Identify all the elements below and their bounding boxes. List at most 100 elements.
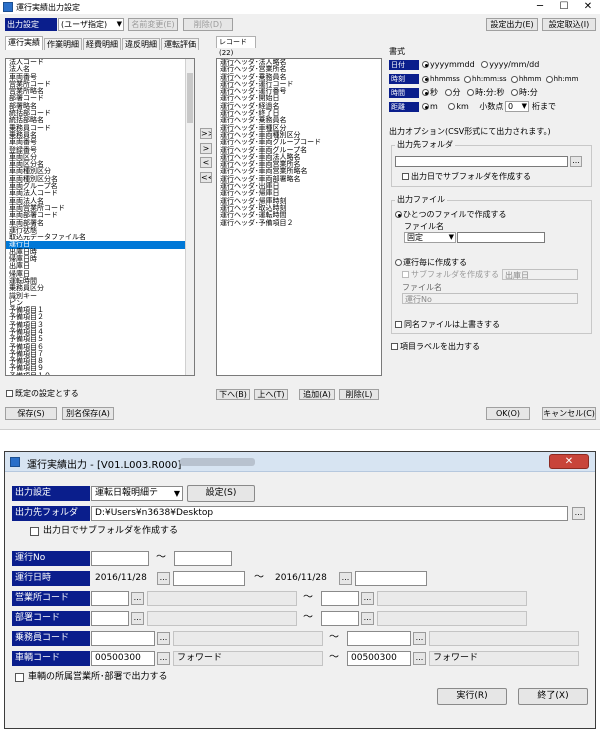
radio-icon[interactable] xyxy=(545,75,553,83)
department-code-to-input[interactable] xyxy=(321,611,359,626)
vehicle-code-to-input[interactable]: 00500300 xyxy=(347,651,411,666)
office-code-from-browse[interactable]: ... xyxy=(131,592,144,605)
radio-icon[interactable] xyxy=(511,89,519,96)
driver-code-to-input[interactable] xyxy=(347,631,411,646)
driver-code-from-browse[interactable]: ... xyxy=(157,632,170,645)
output-folder-input[interactable] xyxy=(395,156,568,167)
list-item[interactable]: 法人コード xyxy=(6,59,194,66)
add-button[interactable]: 追加(A) xyxy=(299,389,335,400)
office-code-to-input[interactable] xyxy=(321,591,359,606)
move-right-button[interactable]: > xyxy=(200,143,212,154)
scrollbar-thumb[interactable] xyxy=(187,73,193,123)
default-setting-checkbox[interactable]: 既定の設定とする xyxy=(6,389,79,399)
save-button[interactable]: 保存(S) xyxy=(5,407,57,420)
list-item[interactable]: 出庫日 xyxy=(6,263,194,271)
time-from-input[interactable] xyxy=(173,571,245,586)
office-code-to-browse[interactable]: ... xyxy=(361,592,374,605)
tab-driving-evaluation[interactable]: 運転評価 xyxy=(161,38,199,50)
time-to-input[interactable] xyxy=(355,571,427,586)
date-to-picker-button[interactable]: ... xyxy=(339,572,352,585)
trip-no-from-input[interactable] xyxy=(91,551,149,566)
exit-button[interactable]: 終了(X) xyxy=(518,688,588,705)
browse-folder-button[interactable]: ... xyxy=(572,507,585,520)
list-item[interactable]: 識別キー xyxy=(6,292,194,300)
single-file-radio[interactable]: ひとつのファイルで作成する xyxy=(395,210,506,220)
browse-folder-button[interactable]: ... xyxy=(570,156,582,167)
checkbox-icon[interactable] xyxy=(6,390,13,397)
time-format-options[interactable]: hhmmss hh:mm:ss hhmm hh:mm xyxy=(422,74,578,84)
radio-icon[interactable] xyxy=(448,103,456,110)
checkbox-icon[interactable] xyxy=(402,173,409,180)
move-all-left-button[interactable]: << xyxy=(200,172,212,183)
tab-expense-details[interactable]: 経費明細 xyxy=(83,38,121,50)
list-item[interactable]: 取込元データファイル名 xyxy=(6,233,194,241)
list-item[interactable]: 運行ヘッダ･予備項目２ xyxy=(217,219,381,227)
per-trip-subfolder-checkbox[interactable]: サブフォルダを作成する xyxy=(402,270,499,280)
source-field-list[interactable]: 法人コード 法人名 車両番号 営業所コード 営業所略名 部署コード 部署略名 統括部コード 統括… xyxy=(5,58,195,376)
department-code-from-browse[interactable]: ... xyxy=(131,612,144,625)
driver-code-from-input[interactable] xyxy=(91,631,155,646)
move-left-button[interactable]: < xyxy=(200,157,212,168)
department-code-from-input[interactable] xyxy=(91,611,129,626)
tab-trip-results[interactable]: 運行実績 xyxy=(5,36,43,50)
tab-violation-details[interactable]: 違反明細 xyxy=(122,38,160,50)
radio-icon[interactable] xyxy=(422,61,429,68)
output-folder-input[interactable]: D:¥Users¥n3638¥Desktop xyxy=(91,506,568,521)
output-setting-select[interactable]: 運転日報明細テ ▼ xyxy=(91,486,183,501)
rename-button[interactable]: 名前変更(E) xyxy=(128,18,178,31)
output-item-labels-checkbox[interactable]: 項目ラベルを出力する xyxy=(391,342,480,352)
list-item[interactable]: 帰庫日時 xyxy=(6,255,194,263)
date-to-input[interactable]: 2016/11/28 xyxy=(271,571,337,586)
duration-format-options[interactable]: 秒 分 時:分:秒 時:分 xyxy=(422,88,538,98)
cancel-button[interactable]: キャンセル(C) xyxy=(542,407,596,420)
checkbox-icon[interactable] xyxy=(391,343,398,350)
office-code-from-input[interactable] xyxy=(91,591,129,606)
import-config-button[interactable]: 設定取込(I) xyxy=(542,18,596,31)
source-list-scrollbar[interactable] xyxy=(185,59,194,375)
radio-icon[interactable] xyxy=(464,75,472,83)
output-setting-select[interactable]: (ユーザ指定) ▼ xyxy=(58,18,124,31)
radio-icon[interactable] xyxy=(422,89,429,96)
vehicle-office-checkbox[interactable] xyxy=(15,673,24,682)
date-from-input[interactable]: 2016/11/28 xyxy=(91,571,155,586)
file-name-input[interactable] xyxy=(457,232,545,243)
distance-format-options[interactable]: m km 小数点 xyxy=(422,102,503,112)
settings-button[interactable]: 設定(S) xyxy=(187,485,255,502)
move-all-right-button[interactable]: >> xyxy=(200,128,212,139)
department-code-to-browse[interactable]: ... xyxy=(361,612,374,625)
execute-button[interactable]: 実行(R) xyxy=(437,688,507,705)
minimize-icon[interactable]: ─ xyxy=(528,0,552,14)
maximize-icon[interactable]: ☐ xyxy=(552,0,576,14)
checkbox-icon[interactable] xyxy=(395,321,402,328)
list-item[interactable]: 予備項目１０ xyxy=(6,372,194,375)
output-config-button[interactable]: 設定出力(E) xyxy=(486,18,538,31)
decimal-select[interactable]: 0 ▼ xyxy=(505,101,529,112)
radio-icon[interactable] xyxy=(444,89,452,96)
vehicle-code-from-input[interactable]: 00500300 xyxy=(91,651,155,666)
subfolder-checkbox[interactable]: 出力日でサブフォルダを作成する xyxy=(402,172,531,182)
trip-no-to-input[interactable] xyxy=(174,551,232,566)
selected-field-list[interactable]: 運行ヘッダ･法人略名 運行ヘッダ･営業所名 運行ヘッダ･乗務員名 運行ヘッダ･運行コー… xyxy=(216,58,382,376)
vehicle-code-to-browse[interactable]: ... xyxy=(413,652,426,665)
move-up-button[interactable]: 上へ(T) xyxy=(254,389,288,400)
per-trip-file-name-select[interactable]: 運行No xyxy=(402,293,578,304)
radio-icon[interactable] xyxy=(395,259,402,266)
radio-icon[interactable] xyxy=(481,61,489,68)
selected-record-tab[interactable]: レコード(22) xyxy=(216,36,256,57)
delete-button[interactable]: 削除(D) xyxy=(183,18,233,31)
save-as-button[interactable]: 別名保存(A) xyxy=(62,407,114,420)
radio-icon[interactable] xyxy=(422,75,429,83)
driver-code-to-browse[interactable]: ... xyxy=(413,632,426,645)
close-icon[interactable]: ✕ xyxy=(549,454,589,469)
ok-button[interactable]: OK(O) xyxy=(486,407,530,420)
overwrite-checkbox[interactable]: 同名ファイルは上書きする xyxy=(395,320,500,330)
radio-icon[interactable] xyxy=(510,75,518,83)
radio-icon[interactable] xyxy=(395,211,402,218)
subfolder-checkbox[interactable] xyxy=(30,527,39,536)
remove-button[interactable]: 削除(L) xyxy=(339,389,379,400)
move-down-button[interactable]: 下へ(B) xyxy=(216,389,250,400)
tab-work-details[interactable]: 作業明細 xyxy=(44,38,82,50)
per-trip-subfolder-select[interactable]: 出庫日 xyxy=(502,269,578,280)
file-name-mode-select[interactable]: 固定 ▼ xyxy=(404,232,456,243)
date-format-options[interactable]: yyyymmdd yyyy/mm/dd xyxy=(422,60,539,70)
